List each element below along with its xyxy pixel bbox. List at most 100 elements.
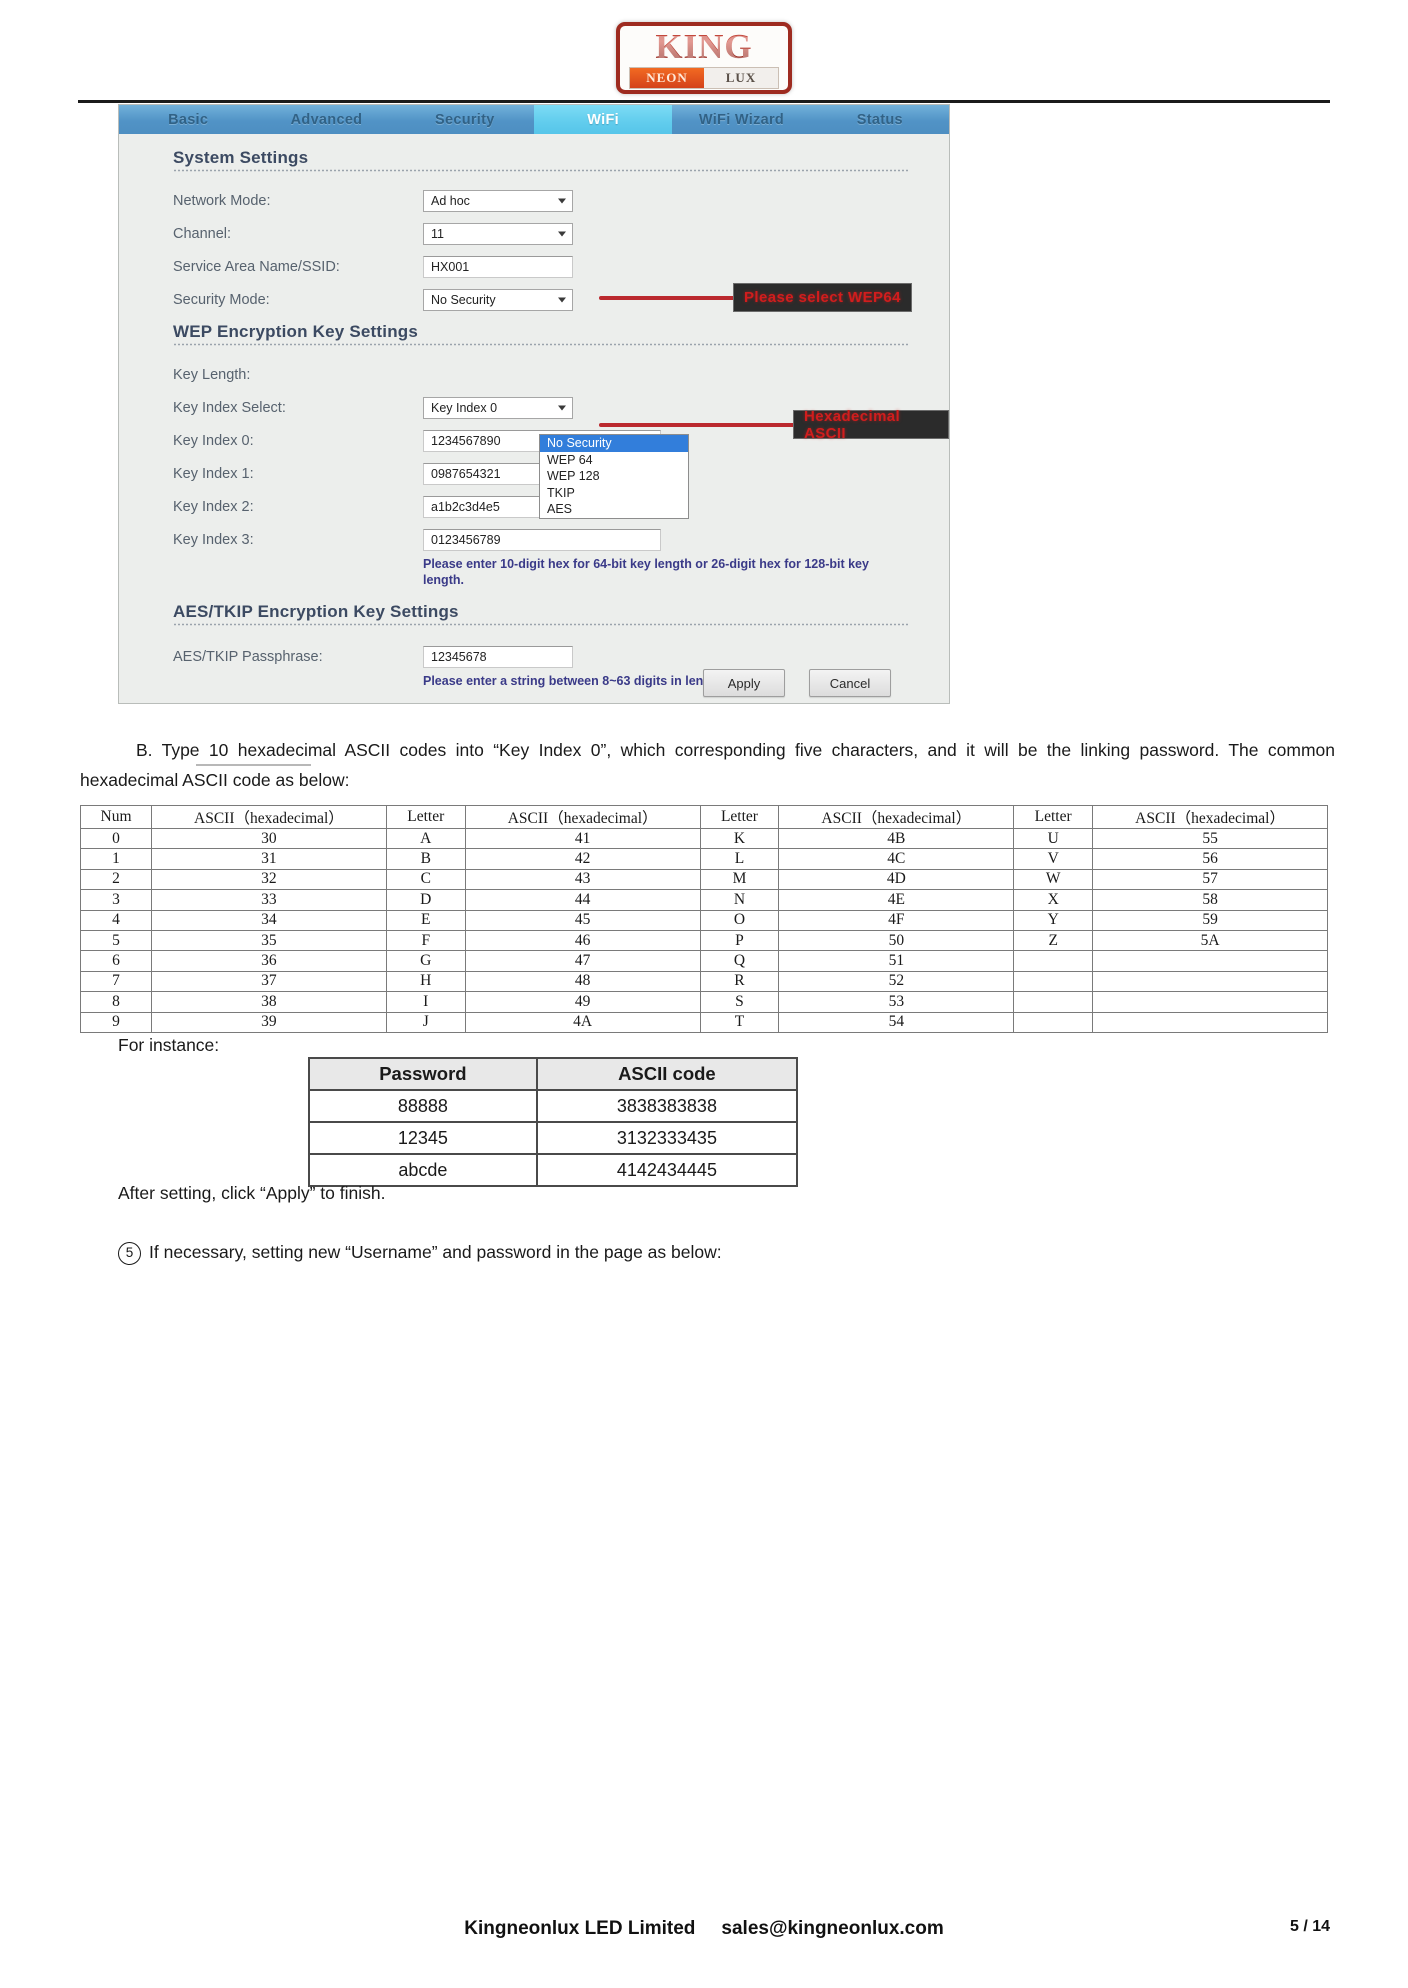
col-header-letter-3: Letter xyxy=(1013,805,1094,829)
table-row: 5 35 F 46 P 50 Z 5A xyxy=(79,929,1328,952)
wep-settings-heading: WEP Encryption Key Settings xyxy=(173,322,909,346)
tab-security[interactable]: Security xyxy=(396,105,534,134)
table-cell xyxy=(1092,970,1328,993)
table-row: 8 38 I 49 S 53 xyxy=(79,991,1328,1013)
table-cell: 32 xyxy=(151,868,387,891)
logo-main-text: KING xyxy=(655,27,753,66)
table-cell xyxy=(1013,970,1094,993)
channel-select[interactable]: 11 xyxy=(423,222,573,245)
table-cell: 48 xyxy=(464,970,701,993)
key-index-3-input[interactable]: 0123456789 xyxy=(423,528,661,551)
table-cell: R xyxy=(699,970,780,993)
security-mode-select[interactable]: No Security xyxy=(423,288,573,311)
logo-neon-text: NEON xyxy=(630,68,704,88)
passphrase-input[interactable]: 12345678 xyxy=(423,645,573,668)
table-cell: 34 xyxy=(151,909,387,931)
table-cell: P xyxy=(699,929,780,952)
security-mode-label: Security Mode: xyxy=(173,291,270,308)
col-header-ascii-code: ASCII code xyxy=(535,1057,799,1091)
security-mode-dropdown-list[interactable]: No Security WEP 64 WEP 128 TKIP AES xyxy=(539,434,689,519)
table-cell: 45 xyxy=(464,909,701,931)
table-cell: 54 xyxy=(778,1011,1015,1033)
field-row-key-length: Key Length: xyxy=(173,358,949,391)
chevron-down-icon xyxy=(558,231,566,236)
table-cell xyxy=(1092,1011,1328,1033)
chevron-down-icon xyxy=(558,198,566,203)
table-cell: 4 xyxy=(79,909,153,931)
table-cell: 36 xyxy=(151,950,387,972)
field-row-key-index-3: Key Index 3: 0123456789 xyxy=(173,523,949,556)
table-cell: K xyxy=(699,827,780,850)
annotation-select-wep64: Please select WEP64 xyxy=(733,283,912,312)
table-cell: 1 xyxy=(79,848,153,870)
key-index-select[interactable]: Key Index 0 xyxy=(423,396,573,419)
table-cell: 8 xyxy=(79,991,153,1013)
table-cell: 53 xyxy=(778,991,1015,1013)
tab-wifi-wizard[interactable]: WiFi Wizard xyxy=(672,105,810,134)
table-cell: S xyxy=(699,991,780,1013)
tab-basic[interactable]: Basic xyxy=(119,105,257,134)
table-cell: T xyxy=(699,1011,780,1033)
dropdown-option-wep-128[interactable]: WEP 128 xyxy=(540,468,688,485)
wep-settings-title: WEP Encryption Key Settings xyxy=(173,322,419,341)
key-index-select-label: Key Index Select: xyxy=(173,399,286,416)
annotation-pointer-line-hex xyxy=(599,423,797,427)
network-mode-select[interactable]: Ad hoc xyxy=(423,189,573,212)
wep-key-hint: Please enter 10-digit hex for 64-bit key… xyxy=(423,557,869,587)
ascii-hex-table: Num ASCII（hexadecimal） Letter ASCII（hexa… xyxy=(79,805,1328,1033)
router-admin-screenshot: Basic Advanced Security WiFi WiFi Wizard… xyxy=(118,104,950,704)
footer-page-number: 5 / 14 xyxy=(1289,1918,1330,1935)
cancel-button[interactable]: Cancel xyxy=(809,669,891,697)
table-cell: E xyxy=(385,909,466,931)
network-mode-control[interactable]: Ad hoc xyxy=(423,189,573,212)
col-header-ascii-2: ASCII（hexadecimal） xyxy=(464,805,701,829)
table-cell: 88888 xyxy=(308,1089,538,1123)
table-row: 12345 3132333435 xyxy=(308,1121,799,1155)
tab-wifi[interactable]: WiFi xyxy=(533,105,673,134)
passphrase-control[interactable]: 12345678 xyxy=(423,645,573,668)
table-cell: 56 xyxy=(1092,848,1328,870)
security-mode-control[interactable]: No Security xyxy=(423,288,573,311)
key-index-select-control[interactable]: Key Index 0 xyxy=(423,396,573,419)
footer-company: Kingneonlux LED Limited xyxy=(464,1918,696,1939)
dropdown-option-no-security[interactable]: No Security xyxy=(540,435,688,452)
ssid-control[interactable]: HX001 xyxy=(423,255,573,278)
table-cell: 52 xyxy=(778,970,1015,993)
table-cell: 5 xyxy=(79,929,153,952)
table-cell: 31 xyxy=(151,848,387,870)
table-row: 9 39 J 4A T 54 xyxy=(79,1011,1328,1033)
heading-dotted-rule xyxy=(173,169,909,172)
ssid-input[interactable]: HX001 xyxy=(423,255,573,278)
password-example-table: Password ASCII code 88888 3838383838 12345… xyxy=(308,1057,799,1187)
network-mode-value: Ad hoc xyxy=(431,193,470,208)
apply-button[interactable]: Apply xyxy=(703,669,785,697)
table-row: 88888 3838383838 xyxy=(308,1089,799,1123)
dropdown-option-tkip[interactable]: TKIP xyxy=(540,485,688,502)
table-cell: 3838383838 xyxy=(535,1089,799,1123)
dropdown-option-aes[interactable]: AES xyxy=(540,501,688,518)
table-cell: V xyxy=(1013,848,1094,870)
channel-control[interactable]: 11 xyxy=(423,222,573,245)
tab-status[interactable]: Status xyxy=(811,105,949,134)
col-header-letter-2: Letter xyxy=(699,805,780,829)
table-cell xyxy=(1013,1011,1094,1033)
table-cell: D xyxy=(385,889,466,911)
table-cell: 4F xyxy=(778,909,1015,931)
table-cell: 4C xyxy=(778,848,1015,870)
table-cell: 58 xyxy=(1092,889,1328,911)
tab-advanced[interactable]: Advanced xyxy=(257,105,395,134)
key-index-3-control[interactable]: 0123456789 xyxy=(423,528,661,551)
table-cell: 51 xyxy=(778,950,1015,972)
table-cell: 43 xyxy=(464,868,701,891)
table-cell: Q xyxy=(699,950,780,972)
table-cell: L xyxy=(699,848,780,870)
page-footer: Kingneonlux LED Limited sales@kingneonlu… xyxy=(0,1918,1408,1940)
field-row-ssid: Service Area Name/SSID: HX001 xyxy=(173,250,949,283)
table-cell: 57 xyxy=(1092,868,1328,891)
dropdown-option-wep-64[interactable]: WEP 64 xyxy=(540,452,688,469)
table-cell: G xyxy=(385,950,466,972)
key-index-0-label: Key Index 0: xyxy=(173,432,254,449)
table-cell: 0 xyxy=(79,827,153,850)
system-settings-title: System Settings xyxy=(173,148,309,167)
table-cell: M xyxy=(699,868,780,891)
